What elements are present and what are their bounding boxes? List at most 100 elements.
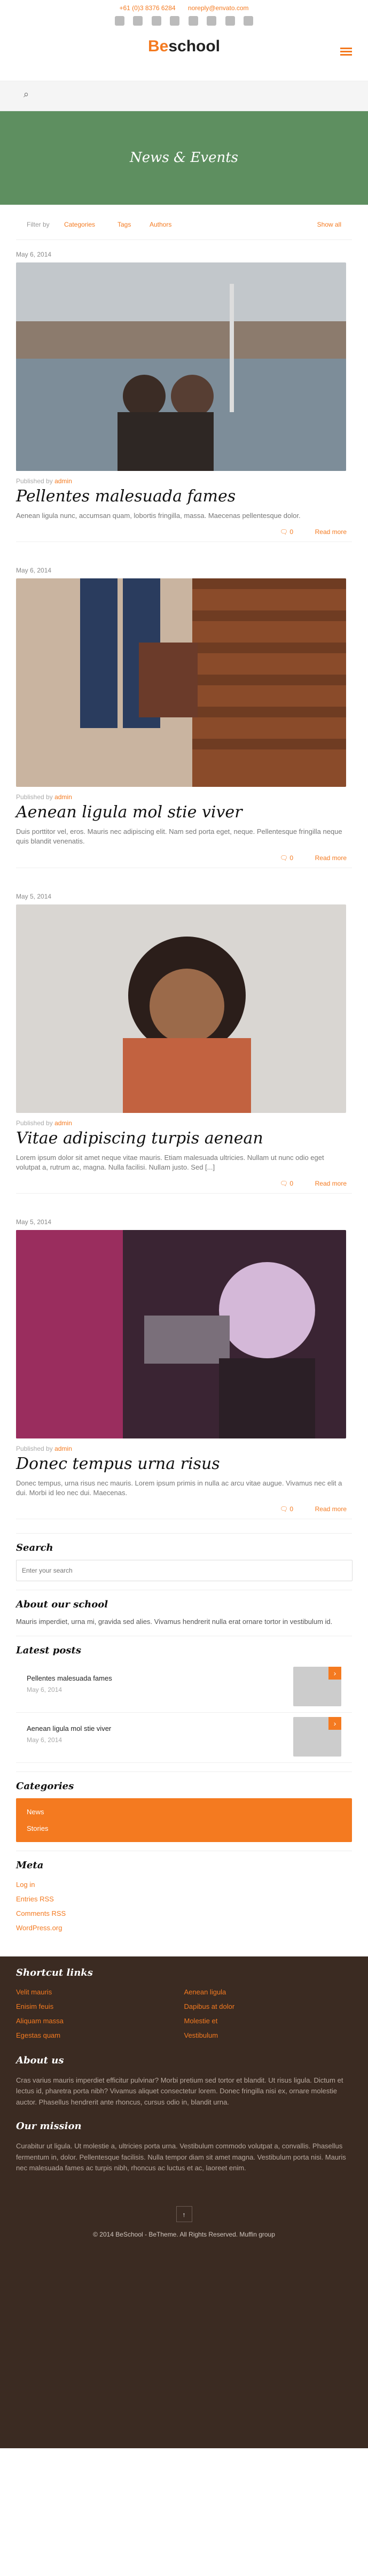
page-title: News & Events bbox=[130, 150, 238, 166]
vimeo-icon[interactable] bbox=[170, 16, 180, 26]
tags-filter[interactable]: Tags bbox=[118, 221, 131, 228]
post-author[interactable]: admin bbox=[54, 1119, 72, 1127]
linkedin-icon[interactable] bbox=[225, 16, 235, 26]
search-widget: Search bbox=[16, 1533, 353, 1590]
post-thumbnail bbox=[16, 1229, 346, 1438]
post-date: May 6, 2014 bbox=[16, 251, 52, 258]
post-author[interactable]: admin bbox=[54, 793, 72, 801]
footer-link[interactable]: Enisim feuis bbox=[16, 1999, 184, 2014]
post-title[interactable]: Pellentes malesuada fames bbox=[16, 487, 352, 506]
widget-title: Categories bbox=[16, 1780, 74, 1792]
meta-link[interactable]: Log in bbox=[16, 1877, 352, 1892]
meta-link[interactable]: WordPress.org bbox=[16, 1921, 352, 1935]
post-image[interactable] bbox=[16, 1229, 346, 1438]
authors-filter[interactable]: Authors bbox=[150, 221, 171, 228]
site-logo[interactable]: Beschool bbox=[0, 37, 368, 56]
read-more-link[interactable]: Read more bbox=[315, 854, 347, 862]
show-all-button[interactable]: Show all bbox=[317, 221, 341, 228]
filter-label: Filter by bbox=[27, 221, 50, 228]
post-date: May 6, 2014 bbox=[16, 567, 52, 575]
footer-link[interactable]: Molestie et bbox=[184, 2014, 353, 2028]
comments-count[interactable]: 🗨 0 bbox=[280, 854, 293, 862]
search-input[interactable] bbox=[16, 1560, 353, 1582]
post-item: May 5, 2014 Published by admin Vitae adi… bbox=[16, 882, 352, 1194]
published-by: Published by bbox=[16, 1444, 53, 1452]
post-image[interactable] bbox=[16, 578, 346, 787]
google-plus-icon[interactable] bbox=[133, 16, 143, 26]
about-widget: About our school Mauris imperdiet, urna … bbox=[16, 1590, 352, 1636]
footer-mission-text: Curabitur ut ligula. Ut molestie a, ultr… bbox=[16, 2141, 346, 2172]
facebook-icon[interactable] bbox=[114, 16, 124, 26]
post-thumbnail bbox=[16, 904, 346, 1113]
email[interactable]: noreply@envato.com bbox=[188, 4, 249, 12]
copyright-text: © 2014 BeSchool - BeTheme. All Rights Re… bbox=[93, 2231, 275, 2239]
post-author[interactable]: admin bbox=[54, 477, 72, 485]
shortcut-links: Velit mauris Enisim feuis Aliquam massa … bbox=[16, 1985, 352, 2043]
hamburger-icon[interactable] bbox=[340, 46, 352, 56]
footer-copyright: ↑ © 2014 BeSchool - BeTheme. All Rights … bbox=[16, 2206, 352, 2238]
youtube-icon[interactable] bbox=[188, 16, 198, 26]
published-by: Published by bbox=[16, 793, 53, 801]
post-image[interactable] bbox=[16, 262, 346, 471]
post-image[interactable] bbox=[16, 904, 346, 1113]
read-more-link[interactable]: Read more bbox=[315, 528, 347, 536]
search-bar: ⌕ bbox=[0, 81, 368, 111]
widget-title: Latest posts bbox=[16, 1644, 81, 1656]
post-title[interactable]: Donec tempus urna risus bbox=[16, 1455, 352, 1473]
post-thumbnail bbox=[16, 578, 346, 787]
latest-post-title[interactable]: Aenean ligula mol stie viver bbox=[27, 1724, 111, 1732]
post-excerpt: Lorem ipsum dolor sit amet neque vitae m… bbox=[16, 1153, 324, 1171]
flickr-icon[interactable] bbox=[207, 16, 217, 26]
search-icon[interactable]: ⌕ bbox=[24, 89, 29, 100]
footer-link[interactable]: Dapibus at dolor bbox=[184, 1999, 353, 2014]
latest-posts-widget: Latest posts Pellentes malesuada fames M… bbox=[16, 1635, 352, 1772]
post-title[interactable]: Aenean ligula mol stie viver bbox=[16, 803, 352, 822]
post-title[interactable]: Vitae adipiscing turpis aenean bbox=[16, 1129, 352, 1148]
footer-about-text: Cras varius mauris imperdiet efficitur p… bbox=[16, 2076, 343, 2107]
latest-post-badge: › bbox=[328, 1666, 341, 1680]
categories-widget: Categories News Stories bbox=[16, 1771, 352, 1851]
widget-title: Meta bbox=[16, 1859, 44, 1871]
category-item[interactable]: News bbox=[16, 1804, 352, 1820]
latest-post-badge: › bbox=[328, 1716, 341, 1730]
post-item: May 6, 2014 Published by admin Pellentes… bbox=[16, 240, 352, 543]
footer-title: Shortcut links bbox=[16, 1967, 93, 1978]
logo-name: school bbox=[168, 37, 221, 55]
meta-link[interactable]: Entries RSS bbox=[16, 1892, 352, 1906]
comments-count[interactable]: 🗨 0 bbox=[280, 528, 293, 536]
meta-link[interactable]: Comments RSS bbox=[16, 1906, 352, 1921]
published-by: Published by bbox=[16, 477, 53, 485]
footer-link[interactable]: Aenean ligula bbox=[184, 1985, 353, 1999]
post-item: May 5, 2014 Published by admin Donec tem… bbox=[16, 1208, 352, 1520]
published-by: Published by bbox=[16, 1119, 53, 1127]
post-author[interactable]: admin bbox=[54, 1445, 72, 1452]
categories-filter[interactable]: Categories bbox=[64, 221, 95, 228]
social-icons bbox=[0, 16, 368, 28]
footer-link[interactable]: Vestibulum bbox=[184, 2028, 353, 2043]
arrow-up-icon[interactable]: ↑ bbox=[176, 2206, 192, 2223]
read-more-link[interactable]: Read more bbox=[315, 1505, 347, 1513]
comments-count[interactable]: 🗨 0 bbox=[280, 1505, 293, 1513]
logo-prefix: Be bbox=[147, 37, 169, 55]
post-thumbnail bbox=[16, 262, 346, 471]
about-text: Mauris imperdiet, urna mi, gravida sed a… bbox=[16, 1618, 333, 1626]
read-more-link[interactable]: Read more bbox=[315, 1180, 347, 1187]
post-date: May 5, 2014 bbox=[16, 1218, 52, 1226]
footer-link[interactable]: Egestas quam bbox=[16, 2028, 184, 2043]
meta-widget: Meta Log in Entries RSS Comments RSS Wor… bbox=[16, 1850, 352, 1944]
latest-post-title[interactable]: Pellentes malesuada fames bbox=[27, 1674, 112, 1682]
categories-list: News Stories bbox=[16, 1798, 352, 1842]
twitter-icon[interactable] bbox=[151, 16, 161, 26]
pinterest-icon[interactable] bbox=[244, 16, 254, 26]
phone[interactable]: +61 (0)3 8376 6284 bbox=[119, 4, 175, 12]
latest-post-item[interactable]: Aenean ligula mol stie viver May 6, 2014… bbox=[16, 1713, 352, 1763]
post-item: May 6, 2014 Published by admin Aenean li… bbox=[16, 556, 352, 868]
footer-link[interactable]: Aliquam massa bbox=[16, 2014, 184, 2028]
post-excerpt: Aenean ligula nunc, accumsan quam, lobor… bbox=[16, 512, 301, 520]
category-item[interactable]: Stories bbox=[16, 1820, 352, 1837]
footer-link[interactable]: Velit mauris bbox=[16, 1985, 184, 1999]
comments-count[interactable]: 🗨 0 bbox=[280, 1180, 293, 1187]
widget-title: Search bbox=[16, 1542, 53, 1554]
widget-title: About our school bbox=[16, 1599, 108, 1611]
latest-post-item[interactable]: Pellentes malesuada fames May 6, 2014 › bbox=[16, 1662, 352, 1713]
